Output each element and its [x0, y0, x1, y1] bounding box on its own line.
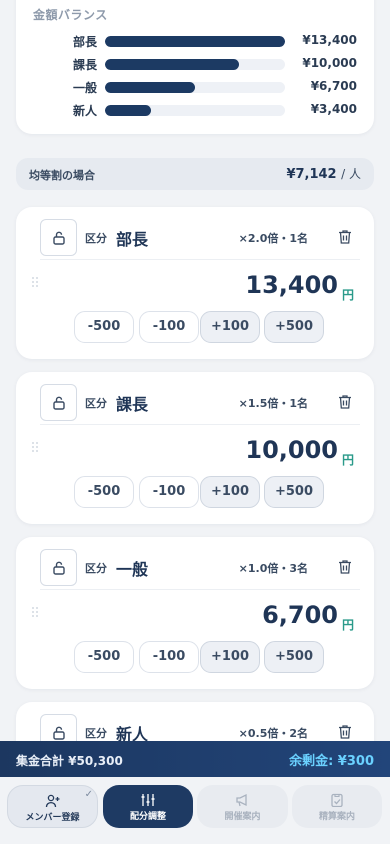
balance-bar-fill [105, 59, 240, 70]
nav-event-notice[interactable]: 開催案内 [197, 785, 288, 828]
nav-label: 開催案内 [224, 812, 261, 822]
lock-button[interactable] [40, 219, 77, 256]
minus-100-button[interactable]: -100 [139, 311, 199, 343]
balance-bar-fill [105, 36, 285, 47]
equal-split-bar: 均等割の場合 ¥7,142 / 人 [16, 158, 374, 190]
equal-split-label: 均等割の場合 [29, 169, 95, 182]
kubun-label: 区分 [85, 232, 107, 245]
currency-unit: 円 [341, 618, 354, 632]
balance-value: ¥3,400 [310, 102, 357, 116]
role-name[interactable]: 課長 [116, 391, 148, 415]
nav-allocation[interactable]: 配分調整 [103, 785, 193, 828]
currency-unit: 円 [341, 288, 354, 302]
balance-card: 金額バランス 部長 ¥13,400 課長 ¥10,000 一般 ¥6,700 新… [16, 0, 374, 134]
trash-icon[interactable] [338, 724, 352, 740]
lock-button[interactable] [40, 384, 77, 421]
balance-value: ¥13,400 [302, 33, 357, 47]
balance-value: ¥10,000 [302, 56, 357, 70]
minus-500-button[interactable]: -500 [74, 476, 134, 508]
member-amount: 13,400 [245, 271, 338, 299]
trash-icon[interactable] [338, 559, 352, 575]
unlock-icon [53, 396, 65, 410]
kubun-label: 区分 [85, 562, 107, 575]
balance-bar-track [105, 36, 285, 47]
balance-title: 金額バランス [33, 8, 108, 22]
member-amount: 10,000 [245, 436, 338, 464]
clipboard-check-icon [331, 793, 343, 807]
balance-row: 課長 ¥10,000 [16, 53, 374, 75]
balance-bar-track [105, 105, 285, 116]
multiplier-text: ×1.0倍・3名 [238, 562, 308, 575]
card-divider [40, 589, 360, 590]
balance-bar-track [105, 59, 285, 70]
card-divider [40, 259, 360, 260]
nav-label: 精算案内 [318, 812, 355, 822]
unlock-icon [53, 726, 65, 740]
drag-handle-icon[interactable] [32, 442, 40, 454]
multiplier-text: ×0.5倍・2名 [238, 727, 308, 740]
plus-100-button[interactable]: +100 [200, 311, 260, 343]
member-card: 区分 一般 ×1.0倍・3名 6,700 円 -500 -100 +100 +5… [16, 537, 374, 689]
total-bar: 集金合計 ¥50,300 余剰金: ¥300 [0, 741, 390, 777]
nav-member-register[interactable]: ✓ メンバー登録 [7, 785, 98, 828]
currency-unit: 円 [341, 453, 354, 467]
drag-handle-icon[interactable] [32, 277, 40, 289]
balance-row: 一般 ¥6,700 [16, 76, 374, 98]
minus-500-button[interactable]: -500 [74, 641, 134, 673]
minus-500-button[interactable]: -500 [74, 311, 134, 343]
bottom-nav: ✓ メンバー登録 配分調整 開催案内 精算案内 [0, 777, 390, 844]
equal-split-value: ¥7,142 / 人 [286, 165, 361, 182]
minus-100-button[interactable]: -100 [139, 641, 199, 673]
balance-row: 部長 ¥13,400 [16, 30, 374, 52]
minus-100-button[interactable]: -100 [139, 476, 199, 508]
collection-total: 集金合計 ¥50,300 [16, 754, 123, 768]
role-name[interactable]: 部長 [116, 226, 148, 250]
plus-500-button[interactable]: +500 [264, 641, 324, 673]
multiplier-text: ×2.0倍・1名 [238, 232, 308, 245]
user-plus-icon [45, 794, 59, 808]
balance-bar-fill [105, 82, 195, 93]
plus-100-button[interactable]: +100 [200, 641, 260, 673]
kubun-label: 区分 [85, 727, 107, 740]
unlock-icon [53, 231, 65, 245]
card-divider [40, 424, 360, 425]
nav-label: メンバー登録 [25, 813, 80, 823]
trash-icon[interactable] [338, 394, 352, 410]
nav-label: 配分調整 [129, 812, 166, 822]
balance-row: 新人 ¥3,400 [16, 99, 374, 121]
equal-split-unit: / 人 [341, 167, 361, 181]
member-amount: 6,700 [262, 601, 338, 629]
nav-settlement-notice[interactable]: 精算案内 [292, 785, 382, 828]
check-icon: ✓ [84, 789, 93, 800]
balance-label: 一般 [73, 81, 98, 95]
lock-button[interactable] [40, 549, 77, 586]
drag-handle-icon[interactable] [32, 607, 40, 619]
balance-bar-track [105, 82, 285, 93]
trash-icon[interactable] [338, 229, 352, 245]
member-card: 区分 部長 ×2.0倍・1名 13,400 円 -500 -100 +100 +… [16, 207, 374, 359]
megaphone-icon [235, 793, 247, 807]
sliders-icon [141, 794, 155, 806]
plus-500-button[interactable]: +500 [264, 311, 324, 343]
kubun-label: 区分 [85, 397, 107, 410]
balance-value: ¥6,700 [310, 79, 357, 93]
multiplier-text: ×1.5倍・1名 [238, 397, 308, 410]
unlock-icon [53, 561, 65, 575]
plus-100-button[interactable]: +100 [200, 476, 260, 508]
remainder-amount: 余剰金: ¥300 [289, 754, 374, 769]
member-card: 区分 課長 ×1.5倍・1名 10,000 円 -500 -100 +100 +… [16, 372, 374, 524]
balance-label: 部長 [73, 35, 98, 49]
balance-label: 課長 [73, 58, 98, 72]
role-name[interactable]: 一般 [116, 556, 148, 580]
balance-label: 新人 [73, 104, 98, 118]
plus-500-button[interactable]: +500 [264, 476, 324, 508]
equal-split-amount: ¥7,142 [286, 167, 337, 182]
balance-bar-fill [105, 105, 151, 116]
